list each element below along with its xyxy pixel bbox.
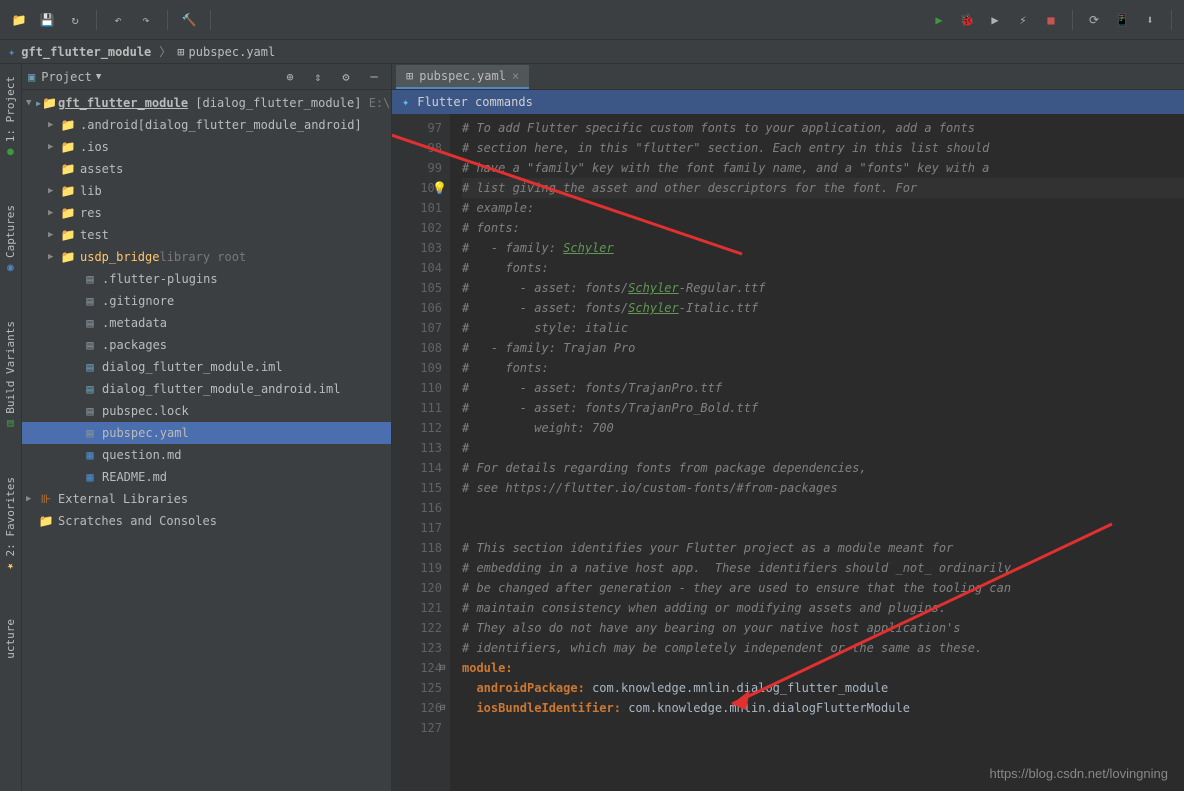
tree-row[interactable]: ▤pubspec.yaml [22,422,391,444]
profile-icon[interactable]: ▶ [984,9,1006,31]
code-content[interactable]: # To add Flutter specific custom fonts t… [450,114,1184,791]
editor-panel: ⊞ pubspec.yaml × ✦ Flutter commands 9798… [392,64,1184,791]
flutter-icon: ✦ [402,95,409,109]
project-view-icon: ▣ [28,70,35,84]
tab-structure[interactable]: ucture [2,611,19,667]
breadcrumb-project[interactable]: gft_flutter_module〉 [21,43,171,60]
main-toolbar: 📁 💾 ↻ ↶ ↷ 🔨 ▶ 🐞 ▶ ⚡ ■ ⟳ 📱 ⬇ [0,0,1184,40]
sync-icon[interactable]: ⟳ [1083,9,1105,31]
tree-row[interactable]: ▶📁.ios [22,136,391,158]
editor-tabs: ⊞ pubspec.yaml × [392,64,1184,90]
tree-row[interactable]: ▶📁test [22,224,391,246]
iml-file-icon: ▤ [82,360,98,374]
tree-scratches[interactable]: 📁 Scratches and Consoles [22,510,391,532]
code-area[interactable]: 979899100💡101102103104105106107108109110… [392,114,1184,791]
folder-icon: 📁 [60,206,76,220]
tab-favorites[interactable]: ★2: Favorites [2,469,19,581]
target-icon[interactable]: ⊕ [279,66,301,88]
tree-row[interactable]: ▦question.md [22,444,391,466]
folder-icon: 📁 [60,250,76,264]
tree-row[interactable]: ▤dialog_flutter_module_android.iml [22,378,391,400]
file-icon: ▤ [82,404,98,418]
project-title[interactable]: Project ▼ [41,70,101,84]
file-icon: ▤ [82,426,98,440]
folder-icon: 📁 [60,140,76,154]
tree-row[interactable]: ▤dialog_flutter_module.iml [22,356,391,378]
tree-row[interactable]: ▦README.md [22,466,391,488]
flutter-icon: ✦ [8,45,15,59]
tab-captures[interactable]: ◉Captures [2,197,19,283]
open-icon[interactable]: 📁 [8,9,30,31]
hide-icon[interactable]: ─ [363,66,385,88]
tree-row[interactable]: ▶📁res [22,202,391,224]
file-icon: ▤ [82,272,98,286]
tree-row[interactable]: ▤.packages [22,334,391,356]
left-tool-tabs: ●1: Project ◉Captures ▤Build Variants ★2… [0,64,22,791]
file-icon: ▤ [82,294,98,308]
watermark: https://blog.csdn.net/lovingning [989,766,1168,781]
file-icon: ▤ [82,316,98,330]
tree-root[interactable]: ▼ ▸📁 gft_flutter_module [dialog_flutter_… [22,92,391,114]
redo-icon[interactable]: ↷ [135,9,157,31]
attach-icon[interactable]: ⚡ [1012,9,1034,31]
project-panel: ▣ Project ▼ ⊕ ⇕ ⚙ ─ ▼ ▸📁 gft_flutter_mod… [22,64,392,791]
close-tab-icon[interactable]: × [512,69,519,83]
tree-row[interactable]: ▶📁usdp_bridge library root [22,246,391,268]
file-icon: ▤ [82,338,98,352]
iml-file-icon: ▤ [82,382,98,396]
folder-icon: 📁 [60,118,76,132]
yaml-file-icon: ⊞ [406,69,413,83]
md-file-icon: ▦ [82,448,98,462]
tab-build-variants[interactable]: ▤Build Variants [2,313,19,439]
tree-row[interactable]: ▤.gitignore [22,290,391,312]
save-icon[interactable]: 💾 [36,9,58,31]
line-gutter: 979899100💡101102103104105106107108109110… [392,114,450,791]
flutter-bar[interactable]: ✦ Flutter commands [392,90,1184,114]
run-icon[interactable]: ▶ [928,9,950,31]
breadcrumb: ✦ gft_flutter_module〉 ⊞pubspec.yaml [0,40,1184,64]
folder-icon: 📁 [60,228,76,242]
collapse-icon[interactable]: ⇕ [307,66,329,88]
project-tree[interactable]: ▼ ▸📁 gft_flutter_module [dialog_flutter_… [22,90,391,791]
tree-row[interactable]: ▶📁.android [dialog_flutter_module_androi… [22,114,391,136]
debug-icon[interactable]: 🐞 [956,9,978,31]
build-icon[interactable]: 🔨 [178,9,200,31]
folder-icon: 📁 [60,162,76,176]
tab-project[interactable]: ●1: Project [2,68,19,167]
tree-row[interactable]: ▶📁lib [22,180,391,202]
settings-icon[interactable]: ⚙ [335,66,357,88]
undo-icon[interactable]: ↶ [107,9,129,31]
tree-external[interactable]: ▶ ⊪ External Libraries [22,488,391,510]
sdk-icon[interactable]: ⬇ [1139,9,1161,31]
tree-row[interactable]: 📁assets [22,158,391,180]
md-file-icon: ▦ [82,470,98,484]
refresh-icon[interactable]: ↻ [64,9,86,31]
avd-icon[interactable]: 📱 [1111,9,1133,31]
editor-tab-pubspec[interactable]: ⊞ pubspec.yaml × [396,65,529,89]
tree-row[interactable]: ▤.flutter-plugins [22,268,391,290]
tree-row[interactable]: ▤.metadata [22,312,391,334]
stop-icon[interactable]: ■ [1040,9,1062,31]
breadcrumb-file[interactable]: ⊞pubspec.yaml [177,45,275,59]
tree-row[interactable]: ▤pubspec.lock [22,400,391,422]
folder-icon: 📁 [60,184,76,198]
project-header: ▣ Project ▼ ⊕ ⇕ ⚙ ─ [22,64,391,90]
